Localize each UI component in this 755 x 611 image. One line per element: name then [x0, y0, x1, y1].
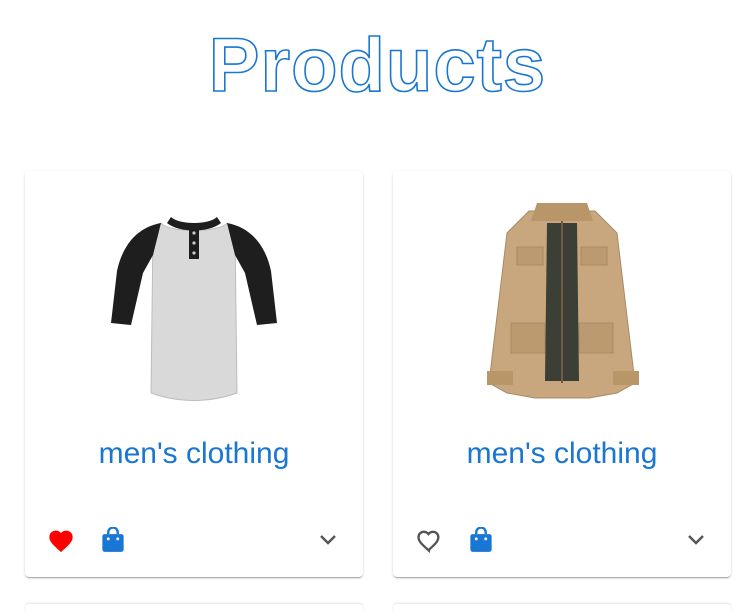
raglan-henley-shirt-image	[111, 217, 277, 401]
add-to-cart-button[interactable]	[461, 520, 501, 560]
chevron-down-icon	[320, 535, 336, 545]
favorite-button[interactable]	[409, 520, 449, 560]
expand-button[interactable]	[676, 520, 716, 560]
product-image[interactable]	[393, 183, 731, 413]
khaki-jacket-image	[487, 203, 639, 399]
product-category: men's clothing	[466, 437, 658, 470]
heart-icon	[49, 530, 73, 553]
shopping-bag-icon	[102, 527, 124, 552]
product-card-partial	[393, 604, 731, 611]
add-to-cart-button[interactable]	[93, 520, 133, 560]
product-card: men's clothing	[393, 171, 731, 577]
shopping-bag-icon	[470, 527, 492, 552]
product-category: men's clothing	[98, 437, 290, 470]
heart-outline-icon	[417, 530, 440, 553]
page-title: Products	[208, 22, 547, 109]
chevron-down-icon	[688, 535, 704, 545]
expand-button[interactable]	[308, 520, 348, 560]
product-card-partial	[25, 604, 363, 611]
favorite-button[interactable]	[41, 520, 81, 560]
product-image[interactable]	[25, 183, 363, 413]
product-card: men's clothing	[25, 171, 363, 577]
